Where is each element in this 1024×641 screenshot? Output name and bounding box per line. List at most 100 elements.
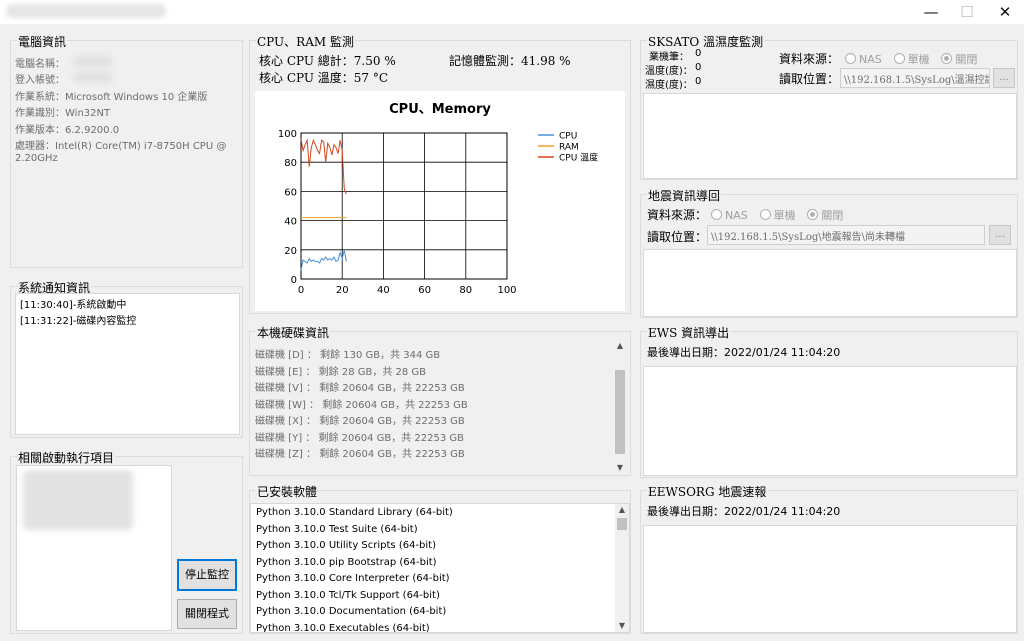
info-os-version: 作業版本：6.2.9200.0: [15, 125, 120, 136]
info-os-id: 作業識別：Win32NT: [15, 108, 111, 119]
y-tick-label: 40: [284, 217, 297, 228]
quake-import-title: 地震資訊導回: [647, 187, 722, 204]
x-tick-label: 0: [298, 285, 304, 296]
computer-info-title: 電腦資訊: [17, 33, 68, 50]
close-program-button[interactable]: 關閉程式: [177, 599, 237, 629]
scroll-down-icon[interactable]: ▼: [615, 620, 629, 632]
radio-standalone-label: 單機: [907, 53, 930, 66]
memory-label: 記憶體監測：41.98 %: [449, 54, 571, 68]
startup-items-redacted: [23, 470, 133, 530]
sksato-source-label: 資料來源：: [779, 52, 840, 66]
scroll-thumb[interactable]: [615, 370, 625, 454]
x-tick-label: 60: [418, 285, 431, 296]
startup-items-group: 相關啟動執行項目 停止監控 關閉程式: [10, 449, 243, 634]
scroll-down-icon[interactable]: ▼: [613, 462, 627, 474]
quake-source-options: NAS 單機 關閉: [711, 207, 851, 223]
cpu-temp-label: 核心 CPU 溫度：57 °C: [259, 71, 389, 85]
eewsorg-log: [643, 525, 1017, 633]
y-tick-label: 60: [284, 187, 297, 198]
software-list[interactable]: Python 3.10.0 Standard Library (64-bit) …: [250, 503, 630, 633]
sksato-browse-button[interactable]: ...: [993, 68, 1015, 88]
list-item: Python 3.10.0 pip Bootstrap (64-bit): [256, 557, 437, 568]
disk-info-group: 本機硬碟資訊 磁碟機 [D] ： 剩餘 130 GB，共 344 GB 磁碟機 …: [249, 324, 631, 476]
legend-label: CPU: [559, 132, 577, 142]
list-item: Python 3.10.0 Executables (64-bit): [256, 623, 430, 633]
legend-label: CPU 溫度: [559, 152, 598, 164]
login-account-redacted: [73, 71, 113, 83]
eewsorg-last-export: 最後導出日期：2022/01/24 11:04:20: [647, 505, 841, 518]
radio-standalone-label: 單機: [773, 209, 796, 222]
close-button[interactable]: ✕: [986, 0, 1024, 24]
title-bar: — ☐ ✕: [0, 0, 1024, 24]
x-tick-label: 100: [497, 285, 516, 296]
x-tick-label: 40: [377, 285, 390, 296]
installed-software-group: 已安裝軟體 Python 3.10.0 Standard Library (64…: [249, 483, 631, 634]
machine-value: 0: [695, 48, 702, 59]
disk-line: 磁碟機 [X] ： 剩餘 20604 GB，共 22253 GB: [255, 416, 465, 427]
series-line: [300, 138, 347, 195]
list-item: [11:30:40]-系統啟動中: [20, 300, 127, 311]
radio-standalone[interactable]: [759, 209, 771, 220]
radio-off-label: 關閉: [821, 209, 844, 222]
list-item: [11:31:22]-磁碟內容監控: [20, 316, 137, 327]
disk-line: 磁碟機 [Z] ： 剩餘 20604 GB，共 22253 GB: [255, 449, 465, 460]
disk-scrollbar[interactable]: ▲ ▼: [613, 340, 627, 474]
window-title-redacted: [6, 4, 166, 18]
computer-info-group: 電腦資訊 電腦名稱： 登入帳號： 作業系統：Microsoft Windows …: [10, 33, 243, 268]
cpu-memory-chart: CPU、Memory 0 20 40 60 80 100 0 20 40 60 80 100 CPU R…: [255, 91, 625, 311]
sksato-source-options: NAS 單機 關閉: [845, 51, 985, 67]
disk-info-title: 本機硬碟資訊: [256, 324, 331, 341]
scroll-up-icon[interactable]: ▲: [615, 504, 629, 516]
notifications-group: 系統通知資訊 [11:30:40]-系統啟動中 [11:31:22]-磁碟內容監…: [10, 279, 243, 438]
list-item: Python 3.10.0 Core Interpreter (64-bit): [256, 573, 450, 584]
radio-nas[interactable]: [711, 209, 722, 220]
startup-items-title: 相關啟動執行項目: [17, 449, 116, 466]
series-line: [300, 249, 347, 271]
maximize-button[interactable]: ☐: [948, 0, 986, 24]
humidity-label: 濕度(度)：: [645, 80, 693, 91]
ews-title: EWS 資訊導出: [647, 324, 731, 341]
scroll-up-icon[interactable]: ▲: [613, 340, 627, 352]
scroll-thumb[interactable]: [617, 518, 627, 530]
cpu-total-label: 核心 CPU 總計：7.50 %: [259, 54, 396, 68]
info-processor-speed: 2.20GHz: [15, 153, 58, 164]
quake-path-label: 讀取位置：: [647, 230, 708, 244]
cpu-ram-group: CPU、RAM 監測 核心 CPU 總計：7.50 % 核心 CPU 溫度：57…: [249, 33, 631, 314]
sksato-group: SKSATO 溫濕度監測 業機筆： 0 溫度(度)： 0 濕度(度)： 0 資料…: [640, 33, 1018, 180]
info-processor: 處理器：Intel(R) Core(TM) i7-8750H CPU @: [15, 141, 227, 152]
legend-label: RAM: [559, 143, 579, 153]
list-item: Python 3.10.0 Documentation (64-bit): [256, 606, 447, 617]
list-item: Python 3.10.0 Tcl/Tk Support (64-bit): [256, 590, 440, 601]
radio-nas[interactable]: [845, 53, 856, 64]
radio-off[interactable]: [941, 53, 953, 64]
radio-standalone[interactable]: [893, 53, 905, 64]
radio-nas-label: NAS: [725, 209, 748, 222]
quake-log: [643, 249, 1017, 317]
stop-monitor-button[interactable]: 停止監控: [177, 559, 237, 591]
y-tick-label: 20: [284, 246, 297, 257]
cpu-ram-title: CPU、RAM 監測: [256, 33, 355, 50]
disk-line: 磁碟機 [V] ： 剩餘 20604 GB，共 22253 GB: [255, 383, 465, 394]
disk-line: 磁碟機 [Y] ： 剩餘 20604 GB，共 22253 GB: [255, 433, 465, 444]
ews-last-export: 最後導出日期：2022/01/24 11:04:20: [647, 346, 841, 359]
sksato-path-input[interactable]: \\192.168.1.5\SysLog\溫濕控誼: [840, 68, 990, 88]
software-scrollbar[interactable]: ▲ ▼: [615, 504, 629, 632]
quake-browse-button[interactable]: ...: [989, 225, 1011, 245]
radio-off-label: 關閉: [955, 53, 978, 66]
minimize-button[interactable]: —: [912, 0, 950, 24]
disk-line: 磁碟機 [E] ： 剩餘 28 GB，共 28 GB: [255, 367, 427, 378]
temp-label: 溫度(度)：: [645, 66, 693, 77]
sksato-path-label: 讀取位置：: [779, 72, 840, 86]
quake-path-input[interactable]: \\192.168.1.5\SysLog\地震報告\尚未轉檔: [707, 225, 985, 245]
sksato-log: [643, 93, 1017, 179]
info-computer-name: 電腦名稱：: [15, 59, 65, 70]
disk-line: 磁碟機 [W] ： 剩餘 20604 GB，共 22253 GB: [255, 400, 468, 411]
list-item: Python 3.10.0 Test Suite (64-bit): [256, 524, 418, 535]
eewsorg-title: EEWSORG 地震速報: [647, 483, 768, 500]
ews-log: [643, 366, 1017, 476]
notifications-list[interactable]: [11:30:40]-系統啟動中 [11:31:22]-磁碟內容監控: [15, 293, 240, 435]
info-os: 作業系統：Microsoft Windows 10 企業版: [15, 92, 208, 103]
x-tick-label: 20: [336, 285, 349, 296]
radio-off[interactable]: [807, 209, 819, 220]
startup-items-list[interactable]: [16, 465, 172, 631]
